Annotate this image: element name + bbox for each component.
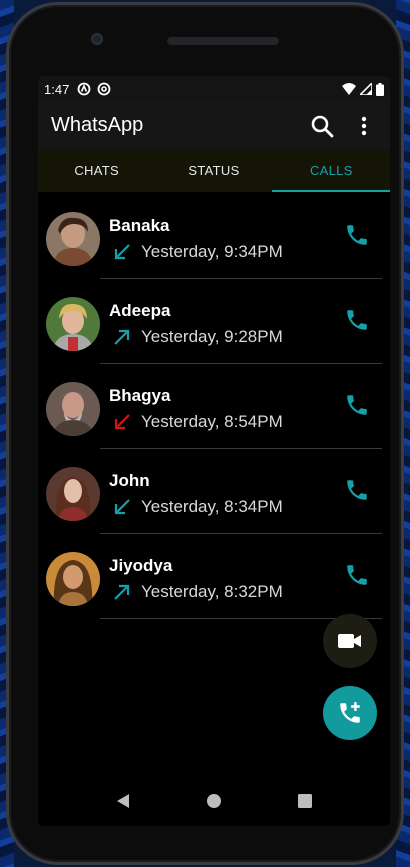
phone-call-icon[interactable] [344, 477, 370, 503]
phone-call-icon[interactable] [344, 562, 370, 588]
outgoing-call-arrow-icon [114, 584, 130, 600]
outgoing-call-arrow-icon [114, 329, 130, 345]
tab-bar: CHATS STATUS CALLS [38, 149, 390, 192]
screen: 1:47 WhatsApp CHATS STATUS CALLS Banaka … [38, 76, 390, 826]
call-time: Yesterday, 9:28PM [141, 327, 283, 346]
status-bar: 1:47 [38, 76, 390, 102]
call-time: Yesterday, 8:32PM [141, 582, 283, 601]
contact-name: John [109, 471, 150, 490]
avatar[interactable] [46, 212, 100, 266]
recents-icon[interactable] [298, 794, 312, 808]
avatar[interactable] [46, 467, 100, 521]
call-row[interactable]: Banaka Yesterday, 9:34PM [38, 194, 390, 279]
contact-name: Bhagya [109, 386, 171, 405]
call-info: Yesterday, 8:32PM [113, 582, 283, 602]
missed-call-arrow-icon [114, 414, 130, 430]
call-info: Yesterday, 8:34PM [113, 497, 283, 517]
a-circle-icon [77, 82, 91, 96]
call-time: Yesterday, 9:34PM [141, 242, 283, 261]
call-info: Yesterday, 9:34PM [113, 242, 283, 262]
incoming-call-arrow-icon [114, 244, 130, 260]
call-time: Yesterday, 8:54PM [141, 412, 283, 431]
call-row[interactable]: John Yesterday, 8:34PM [38, 449, 390, 534]
back-icon[interactable] [116, 793, 130, 809]
incoming-call-arrow-icon [114, 499, 130, 515]
calls-list: Banaka Yesterday, 9:34PM Adeepa Yesterda… [38, 192, 390, 619]
search-button[interactable] [304, 108, 340, 144]
battery-icon [376, 82, 384, 96]
phone-call-icon[interactable] [344, 392, 370, 418]
contact-name: Jiyodya [109, 556, 173, 575]
app-title: WhatsApp [51, 114, 144, 136]
tab-calls[interactable]: CALLS [273, 149, 390, 192]
call-row[interactable]: Adeepa Yesterday, 9:28PM [38, 279, 390, 364]
new-call-fab[interactable] [323, 686, 377, 740]
nav-bar [38, 776, 390, 826]
add-call-icon [340, 702, 360, 723]
wifi-icon [342, 83, 356, 95]
phone-call-icon[interactable] [344, 307, 370, 333]
call-info: Yesterday, 8:54PM [113, 412, 283, 432]
p-circle-icon [97, 82, 111, 96]
avatar[interactable] [46, 297, 100, 351]
search-icon [311, 115, 334, 137]
more-options-button[interactable] [346, 108, 382, 144]
avatar[interactable] [46, 382, 100, 436]
tab-indicator [272, 190, 390, 192]
contact-name: Adeepa [109, 301, 171, 320]
front-camera [91, 33, 103, 45]
earpiece-speaker [167, 37, 279, 45]
tab-chats[interactable]: CHATS [38, 149, 155, 192]
call-row[interactable]: Jiyodya Yesterday, 8:32PM [38, 534, 390, 619]
contact-name: Banaka [109, 216, 170, 235]
phone-call-icon[interactable] [344, 222, 370, 248]
signal-icon [360, 83, 372, 95]
call-info: Yesterday, 9:28PM [113, 327, 283, 347]
app-bar: WhatsApp [38, 102, 390, 149]
call-row[interactable]: Bhagya Yesterday, 8:54PM [38, 364, 390, 449]
status-right [342, 82, 384, 96]
video-call-fab[interactable] [323, 614, 377, 668]
call-time: Yesterday, 8:34PM [141, 497, 283, 516]
avatar[interactable] [46, 552, 100, 606]
status-time: 1:47 [44, 81, 70, 97]
phone-frame: 1:47 WhatsApp CHATS STATUS CALLS Banaka … [6, 2, 404, 865]
home-icon[interactable] [206, 793, 222, 809]
tab-status[interactable]: STATUS [155, 149, 272, 192]
video-call-icon [338, 634, 361, 648]
app-bar-actions [304, 108, 390, 144]
more-vert-icon [361, 116, 367, 135]
